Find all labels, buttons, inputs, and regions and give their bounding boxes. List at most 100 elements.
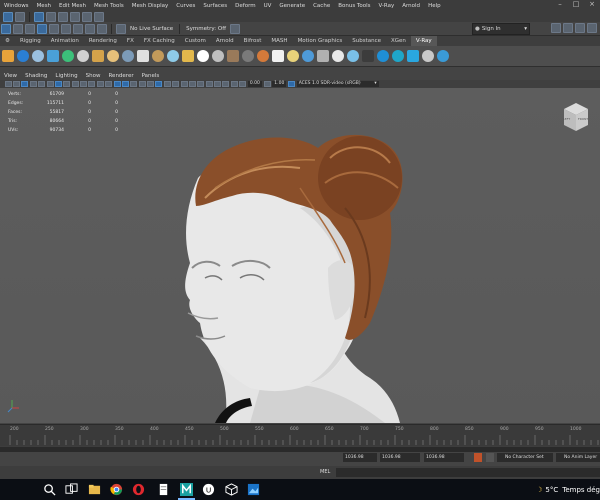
vray-rect-light-icon[interactable] [46, 50, 59, 62]
image-plane-icon[interactable] [29, 81, 37, 87]
vray-vfb-icon[interactable] [301, 50, 314, 62]
vray-scan-icon[interactable] [391, 50, 404, 62]
document-icon[interactable] [157, 483, 170, 496]
snap-surface-icon[interactable] [49, 23, 59, 34]
tool-settings-icon[interactable] [563, 23, 573, 33]
key-settings-icon[interactable] [486, 453, 494, 462]
menu-item[interactable]: Help [424, 3, 445, 9]
panel-menu-lighting[interactable]: Lighting [51, 73, 81, 79]
snap-point-icon[interactable] [25, 23, 35, 34]
ipr-icon[interactable] [85, 23, 95, 34]
vray-sun-icon[interactable] [181, 50, 194, 62]
modeling-toolkit-icon[interactable] [587, 23, 597, 33]
vray-settings-icon[interactable] [316, 50, 329, 62]
vray-mesh-icon[interactable] [136, 50, 149, 62]
search-icon[interactable] [43, 483, 56, 496]
vray-decal-icon[interactable] [151, 50, 164, 62]
auto-key-icon[interactable] [474, 453, 482, 462]
tab-mash[interactable]: MASH [266, 36, 292, 46]
select-by-component-icon[interactable] [58, 12, 68, 22]
snap-view-icon[interactable] [37, 23, 47, 34]
live-surface-label[interactable]: No Live Surface [127, 26, 176, 32]
gamma-icon[interactable] [263, 81, 271, 87]
vray-light-lister-icon[interactable] [331, 50, 344, 62]
menu-item[interactable]: Deform [231, 3, 259, 9]
camera-attributes-icon[interactable] [13, 81, 21, 87]
anim-layer-dropdown[interactable]: No Anim Layer [556, 453, 600, 462]
render-settings-icon[interactable] [97, 23, 107, 34]
default-material-icon[interactable] [130, 81, 138, 87]
file-explorer-icon[interactable] [88, 483, 101, 496]
field-chart-icon[interactable] [88, 81, 96, 87]
panel-menu-renderer[interactable]: Renderer [104, 73, 137, 79]
grease-pencil-icon[interactable] [46, 81, 54, 87]
color-management-icon[interactable] [288, 81, 295, 87]
vray-denoise-icon[interactable] [346, 50, 359, 62]
sign-in-dropdown[interactable]: ● Sign In ▾ [472, 23, 530, 35]
menu-item[interactable]: UV [260, 3, 276, 9]
menu-item[interactable]: V-Ray [374, 3, 398, 9]
ambient-occlusion-icon[interactable] [172, 81, 180, 87]
edge-mode-icon[interactable] [82, 12, 92, 22]
tab-xgen[interactable]: XGen [386, 36, 411, 46]
color-space-dropdown[interactable]: ACES 1.0 SDR-video (sRGB) ▾ [296, 81, 379, 87]
bookmark-icon[interactable] [21, 81, 29, 87]
vray-fur-icon[interactable] [106, 50, 119, 62]
vray-sphere-icon[interactable] [31, 50, 44, 62]
vray-env-icon[interactable] [211, 50, 224, 62]
mel-input[interactable] [336, 468, 600, 477]
exposure-field[interactable]: 0.00 [247, 81, 262, 87]
vray-fire-icon[interactable] [256, 50, 269, 62]
close-button[interactable]: × [584, 0, 600, 12]
isolate-select-icon[interactable] [205, 81, 213, 87]
tab-v-ray[interactable]: V-Ray [410, 36, 437, 46]
gamma-field[interactable]: 1.00 [272, 81, 287, 87]
smooth-shade-icon[interactable] [121, 81, 129, 87]
shadows-icon[interactable] [163, 81, 171, 87]
modelling-menu-set-icon[interactable] [3, 12, 13, 22]
vray-dome-icon[interactable] [16, 50, 29, 62]
snap-grid-icon[interactable] [1, 23, 11, 34]
depth-of-field-icon[interactable] [197, 81, 205, 87]
menu-item[interactable]: Generate [275, 3, 309, 9]
chrome-icon[interactable] [110, 483, 123, 496]
tab-rendering[interactable]: Rendering [84, 36, 122, 46]
start-time-field[interactable]: 1036.98 [343, 453, 377, 462]
vray-proxy-icon[interactable] [121, 50, 134, 62]
channel-box-icon[interactable] [575, 23, 585, 33]
time-slider[interactable]: 200 250 300 350 400 450 500 550 600 650 700 750 800 8… [0, 424, 600, 447]
gate-mask-icon[interactable] [80, 81, 88, 87]
panel-menu-view[interactable]: View [0, 73, 21, 79]
weather-text[interactable]: Temps dég [562, 486, 600, 494]
xray-active-icon[interactable] [230, 81, 238, 87]
vray-scene-icon[interactable] [166, 50, 179, 62]
safe-title-icon[interactable] [105, 81, 113, 87]
vray-displace-icon[interactable] [226, 50, 239, 62]
vray-export-icon[interactable] [361, 50, 374, 62]
menu-item[interactable]: Windows [0, 3, 33, 9]
menu-item[interactable]: Edit Mesh [55, 3, 90, 9]
vray-ies-icon[interactable] [61, 50, 74, 62]
safe-action-icon[interactable] [96, 81, 104, 87]
panel-menu-panels[interactable]: Panels [138, 73, 164, 79]
menu-item[interactable]: Curves [172, 3, 199, 9]
shelf-settings-icon[interactable]: ⚙ [0, 36, 15, 46]
tab-animation[interactable]: Animation [46, 36, 84, 46]
vray-sky-icon[interactable] [196, 50, 209, 62]
menu-item[interactable]: Cache [309, 3, 334, 9]
snap-curve-icon[interactable] [13, 23, 23, 34]
panel-menu-show[interactable]: Show [82, 73, 105, 79]
tab-substance[interactable]: Substance [347, 36, 386, 46]
end-time-field[interactable]: 1036.98 [424, 453, 464, 462]
menu-item[interactable]: Surfaces [199, 3, 231, 9]
wireframe-icon[interactable] [113, 81, 121, 87]
textured-icon[interactable] [147, 81, 155, 87]
vray-light-icon[interactable] [1, 50, 14, 62]
vray-cloud-icon[interactable] [376, 50, 389, 62]
vray-clipper-icon[interactable] [241, 50, 254, 62]
perspective-viewport[interactable]: Verts: 61709 0 0 Edges: 115711 0 0 Faces: 55817 0 0… [0, 88, 600, 423]
tab-arnold[interactable]: Arnold [211, 36, 239, 46]
photo-app-icon[interactable] [247, 483, 260, 496]
help-icon[interactable] [436, 50, 449, 62]
anti-aliasing-icon[interactable] [188, 81, 196, 87]
